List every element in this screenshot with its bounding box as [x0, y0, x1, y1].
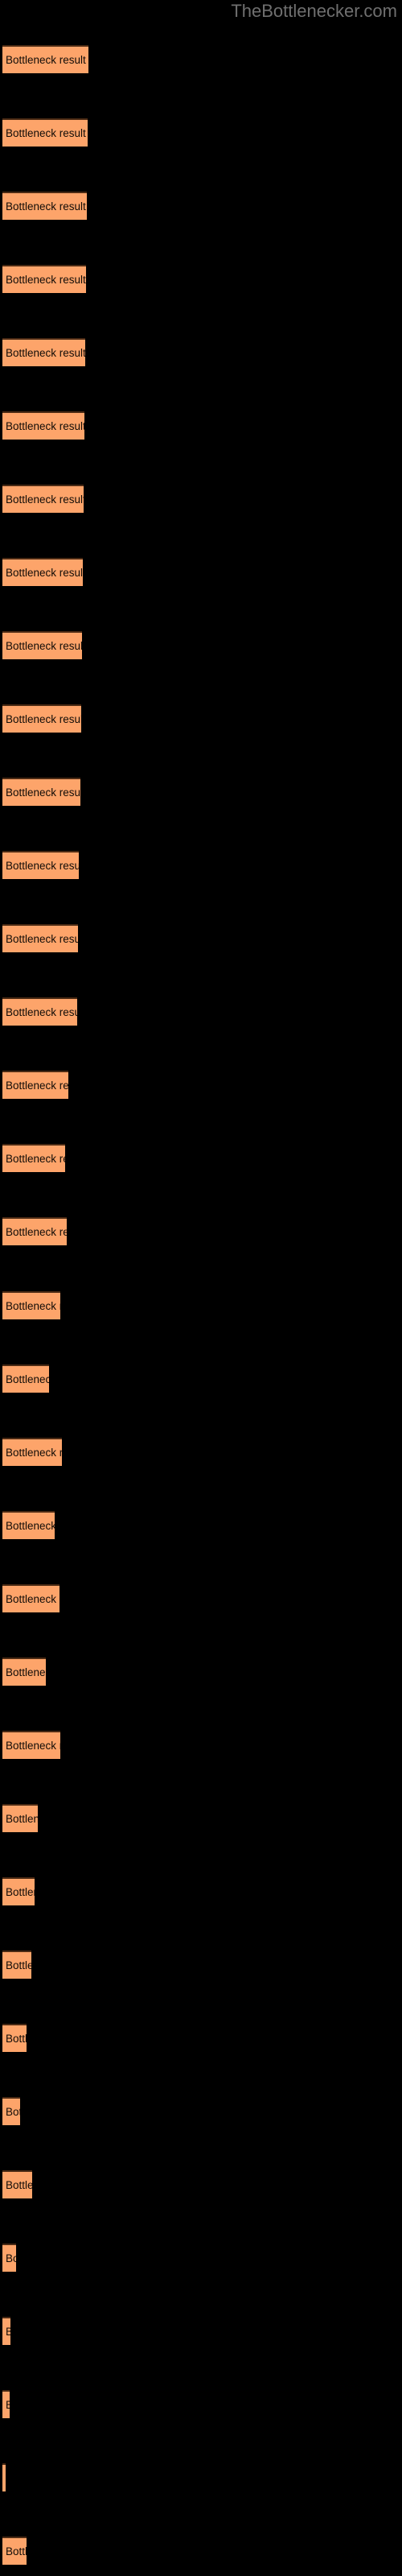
- bar: Bottleneck result: [2, 704, 81, 733]
- bar-label: Bottleneck result: [6, 2392, 10, 2418]
- bar: Bottleneck result: [2, 1217, 67, 1246]
- bar-label: Bottleneck result: [6, 933, 78, 946]
- bar: Bottleneck result: [2, 1144, 65, 1173]
- bar: Bottleneck result: [2, 2389, 10, 2418]
- bar-label: Bottleneck result: [6, 274, 86, 287]
- bar: Bottleneck result: [2, 2537, 27, 2565]
- bar-label: Bottleneck result: [6, 640, 82, 653]
- bar: Bottleneck result: [2, 338, 85, 367]
- bar: Bottleneck result: [2, 2243, 16, 2272]
- bar: Bottleneck result: [2, 631, 82, 660]
- bar: Bottleneck result: [2, 411, 84, 440]
- bar: Bottleneck result: [2, 1437, 62, 1466]
- bar-label: Bottleneck result: [6, 1446, 62, 1459]
- bar-label: Bottleneck result: [6, 786, 80, 799]
- bar-label: Bottleneck result: [6, 1519, 55, 1532]
- bar: Bottleneck result: [2, 1290, 60, 1319]
- bar-label: Bottleneck result: [6, 2545, 27, 2557]
- bar-label: Bottleneck result: [6, 713, 81, 726]
- bar-label: Bottleneck result: [6, 493, 84, 506]
- bar-label: Bottleneck result: [6, 1592, 59, 1605]
- bar: Bottleneck result: [2, 118, 88, 147]
- bar-label: Bottleneck result: [6, 54, 86, 66]
- bar-label: Bottleneck result: [6, 1080, 68, 1092]
- bar: Bottleneck result: [2, 1657, 46, 1686]
- bar: Bottleneck result: [2, 2096, 20, 2125]
- bar-label: Bottleneck result: [6, 420, 84, 433]
- bar-label: Bottleneck result: [6, 200, 86, 213]
- bar-label: Bottleneck result: [6, 1959, 31, 1971]
- bar-label: Bottleneck result: [6, 2105, 20, 2118]
- bar-label: Bottleneck result: [6, 127, 86, 140]
- bar-label: Bottleneck result: [6, 1885, 35, 1898]
- bar: Bottleneck result: [2, 1071, 68, 1100]
- bar: Bottleneck result: [2, 2316, 10, 2345]
- bar: Bottleneck result: [2, 1730, 60, 1759]
- bar-label: Bottleneck result: [6, 2032, 27, 2045]
- bar-label: Bottleneck result: [6, 1226, 67, 1239]
- bar-label: Bottleneck result: [6, 347, 85, 360]
- bar: Bottleneck result: [2, 485, 84, 514]
- bar: Bottleneck result: [2, 1803, 38, 1832]
- bar: Bottleneck result: [2, 192, 87, 221]
- bar: Bottleneck result: [2, 265, 86, 294]
- bar: Bottleneck result: [2, 1583, 59, 1612]
- bar-label: Bottleneck result: [6, 1299, 60, 1312]
- bar-label: Bottleneck result: [6, 2178, 32, 2191]
- bar-label: Bottleneck result: [6, 1739, 60, 1752]
- bar: Bottleneck result: [2, 2023, 27, 2052]
- bar-label: Bottleneck result: [6, 1666, 46, 1678]
- bar-label: Bottleneck result: [6, 1812, 38, 1825]
- bar: Bottleneck result: [2, 778, 80, 807]
- bar: Bottleneck result: [2, 1876, 35, 1905]
- bar: Bottleneck result: [2, 45, 88, 73]
- bar-label: Bottleneck result: [6, 1006, 77, 1019]
- bar-label: Bottleneck result: [6, 567, 83, 580]
- bar-label: Bottleneck result: [6, 2252, 16, 2264]
- bar: Bottleneck result: [2, 2169, 32, 2198]
- bar: Bottleneck result: [2, 1950, 31, 1979]
- bar: Bottleneck result: [2, 851, 79, 880]
- bar: Bottleneck result: [2, 558, 83, 587]
- bar: Bottleneck result: [2, 1510, 55, 1539]
- bar-label: Bottleneck result: [6, 2318, 10, 2345]
- bottleneck-bar-chart: Bottleneck result Bottleneck result Bottle…: [0, 0, 402, 2576]
- bar-label: Bottleneck result: [6, 1373, 49, 1385]
- bar-label: Bottleneck result: [6, 860, 79, 873]
- bar: Bottleneck result: [2, 924, 78, 953]
- bar: Bottleneck result: [2, 1364, 49, 1393]
- bar-label: Bottleneck result: [6, 1153, 65, 1166]
- bar: Bottleneck result: [2, 2462, 6, 2491]
- bar: Bottleneck result: [2, 997, 77, 1026]
